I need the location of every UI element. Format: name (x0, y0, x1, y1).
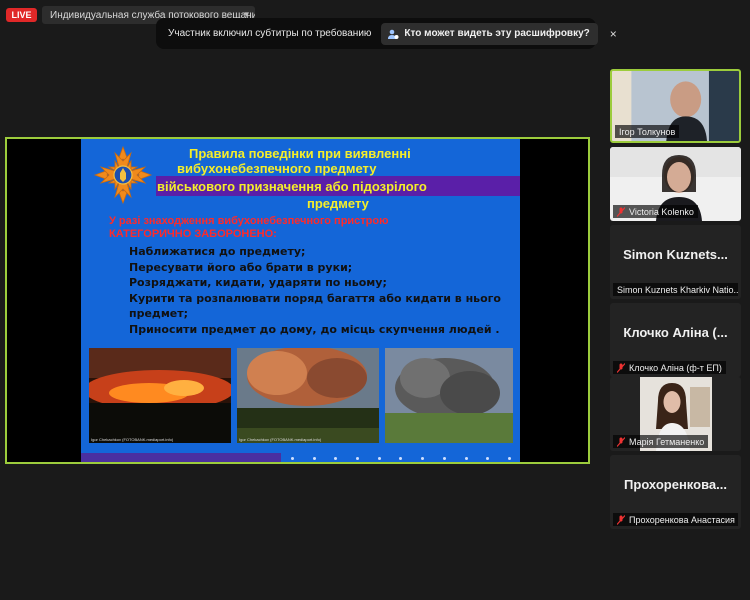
participant-display-name: Simon Kuznets... (623, 247, 728, 262)
slide-body: У разі знаходження вибухонебезпечного пр… (95, 215, 510, 337)
participant-tile[interactable]: Victoria Kolenko (610, 147, 741, 221)
slide-rule: Приносити предмет до дому, до місць скуп… (129, 322, 500, 336)
participant-name: Марія Гетманенко (613, 435, 709, 448)
participant-display-name: Клочко Аліна (... (623, 325, 728, 340)
slide-rule: Наближатися до предмету; (129, 245, 306, 258)
explosion-photo (385, 348, 513, 443)
participant-tile[interactable]: Simon Kuznets... Simon Kuznets Kharkiv N… (610, 225, 741, 299)
people-icon (387, 28, 399, 40)
slide-warning-line: У разі знаходження вибухонебезпечного пр… (109, 215, 389, 227)
mic-muted-icon (617, 362, 625, 373)
explosion-photo: Igor Chekachkov (FOTOBANK.mediaport.info… (89, 348, 231, 443)
meeting-window: LIVE Индивидуальная служба потокового ве… (0, 0, 750, 600)
participant-name: Victoria Kolenko (613, 205, 698, 218)
shared-screen: Правила поведінки при виявленні вибухоне… (5, 137, 590, 464)
emergency-service-emblem-icon (93, 145, 153, 205)
participant-name: Simon Kuznets Kharkiv Natio... (613, 283, 738, 296)
slide-title-line: військового призначення або підозрілого (157, 179, 427, 194)
presentation-slide: Правила поведінки при виявленні вибухоне… (81, 139, 520, 462)
captions-notification-text: Участник включил субтитры по требованию (168, 28, 372, 39)
participant-tile[interactable]: Прохоренкова... Прохоренкова Анастасия (610, 455, 741, 529)
slide-rule: Пересувати його або брати в руки; (129, 260, 353, 274)
who-can-see-transcript-label: Кто может видеть эту расшифровку? (404, 28, 590, 39)
participant-display-name: Прохоренкова... (624, 477, 727, 492)
live-badge[interactable]: LIVE (6, 8, 37, 22)
participant-tile[interactable]: Марія Гетманенко (610, 377, 741, 451)
who-can-see-transcript-button[interactable]: Кто может видеть эту расшифровку? (381, 22, 598, 45)
participant-name: Клочко Аліна (ф-т ЕП) (613, 361, 726, 374)
photo-caption: Igor Chekachkov (FOTOBANK.mediaport.info… (91, 437, 174, 442)
participant-name: Прохоренкова Анастасия (613, 513, 738, 526)
slide-footer-dots (291, 457, 511, 461)
slide-warning-line: КАТЕГОРИЧНО ЗАБОРОНЕНО: (109, 228, 277, 240)
slide-rule: Курити та розпалювати поряд багаття або … (129, 291, 501, 321)
mic-muted-icon (617, 206, 625, 217)
close-icon[interactable]: × (610, 27, 617, 41)
participant-name: Ігор Толкунов (615, 125, 680, 138)
captions-notification: Участник включил субтитры по требованию … (156, 18, 617, 49)
slide-title-line: вибухонебезпечного предмету (177, 161, 377, 176)
slide-footer-bar (81, 453, 281, 462)
participant-tile[interactable]: Ігор Толкунов (610, 69, 741, 143)
slide-photos: Igor Chekachkov (FOTOBANK.mediaport.info… (89, 348, 513, 443)
photo-caption: Igor Chekachkov (FOTOBANK.mediaport.info… (239, 437, 322, 442)
slide-title-line: предмету (307, 196, 369, 211)
mic-muted-icon (617, 436, 625, 447)
slide-title-line: Правила поведінки при виявленні (189, 146, 411, 161)
slide-rule: Розряджати, кидати, ударяти по ньому; (129, 276, 387, 289)
participant-tile[interactable]: Клочко Аліна (... Клочко Аліна (ф-т ЕП) (610, 303, 741, 377)
mic-muted-icon (617, 514, 625, 525)
explosion-photo: Igor Chekachkov (FOTOBANK.mediaport.info… (237, 348, 379, 443)
